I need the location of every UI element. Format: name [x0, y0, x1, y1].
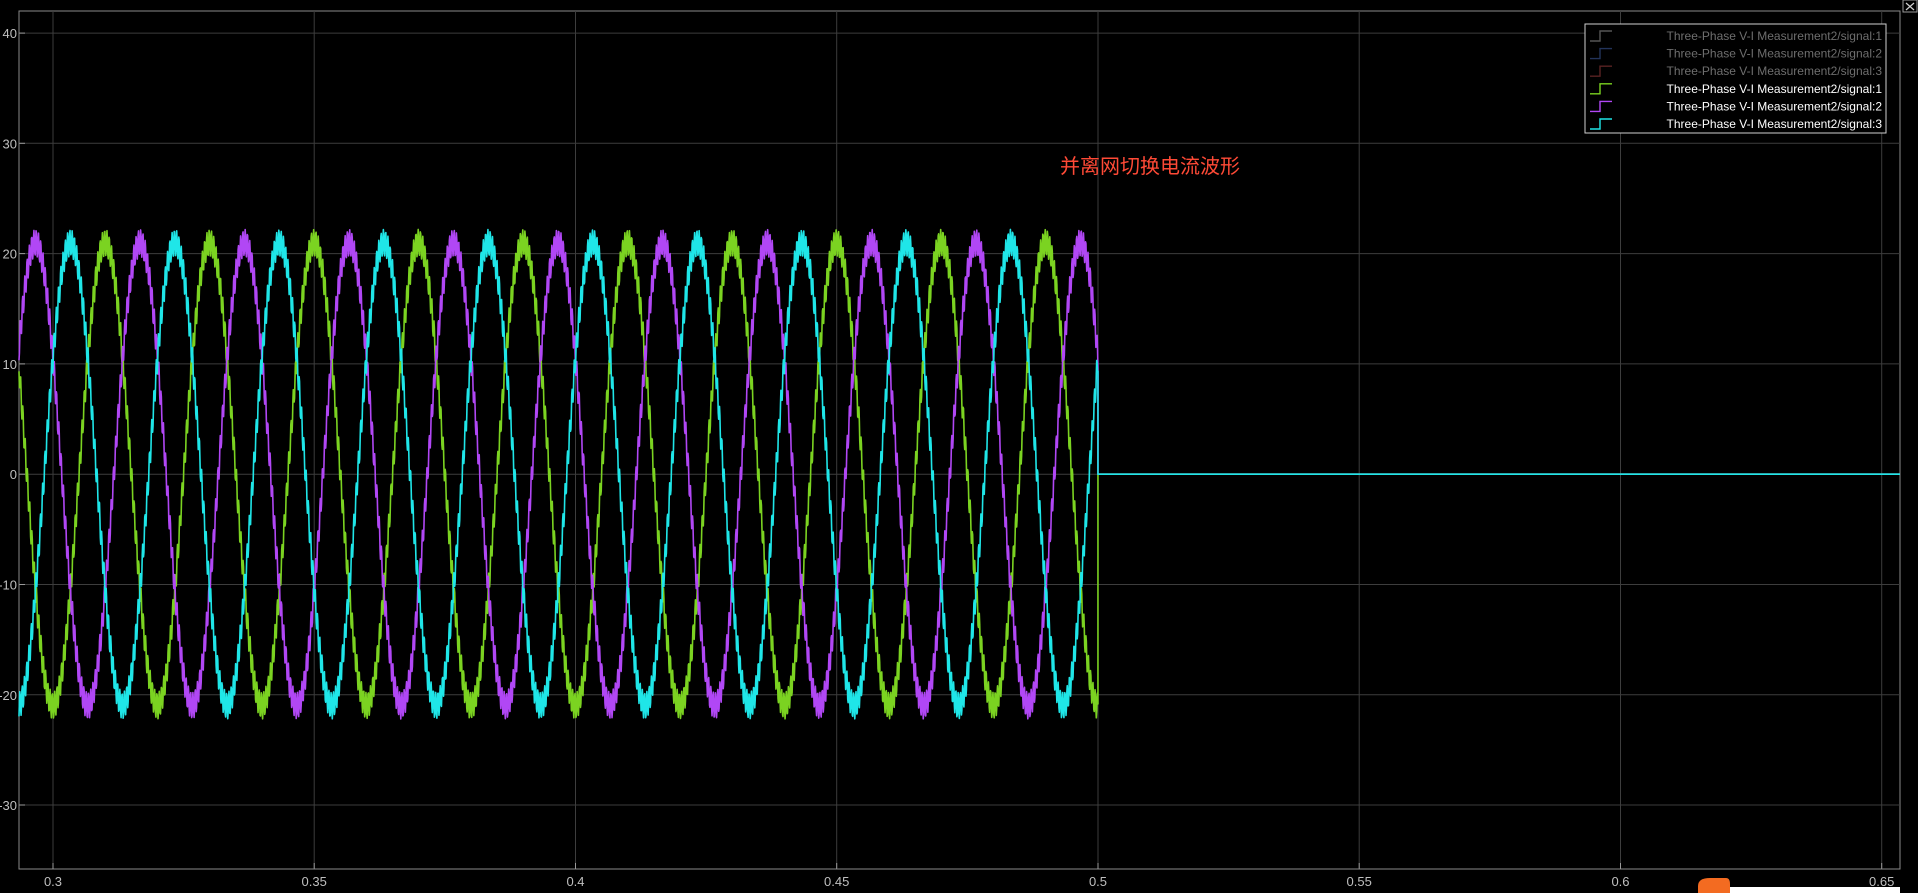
legend-entry-label: Three-Phase V-I Measurement2/signal:2	[1667, 47, 1883, 61]
legend-entry-label: Three-Phase V-I Measurement2/signal:3	[1667, 64, 1883, 78]
x-tick-label: 0.5	[1089, 874, 1107, 889]
y-tick-label: -10	[0, 578, 17, 593]
y-tick-label: 0	[10, 467, 17, 482]
y-tick-label: 10	[3, 357, 17, 372]
legend[interactable]: Three-Phase V-I Measurement2/signal:1 Thr…	[1584, 23, 1887, 134]
y-tick-label: -30	[0, 798, 17, 813]
x-tick-label: 0.6	[1611, 874, 1629, 889]
x-tick-label: 0.35	[302, 874, 327, 889]
annotation-label: 并离网切换电流波形	[1060, 154, 1240, 178]
legend-entry-label: Three-Phase V-I Measurement2/signal:1	[1667, 82, 1883, 96]
legend-entry-label: Three-Phase V-I Measurement2/signal:3	[1667, 117, 1883, 131]
x-tick-label: 0.4	[566, 874, 584, 889]
x-tick-label: 0.65	[1869, 874, 1894, 889]
legend-entry-label: Three-Phase V-I Measurement2/signal:2	[1667, 99, 1883, 113]
y-tick-label: -20	[0, 688, 17, 703]
x-tick-label: 0.3	[44, 874, 62, 889]
x-tick-label: 0.55	[1347, 874, 1372, 889]
legend-entry-label: Three-Phase V-I Measurement2/signal:1	[1667, 29, 1883, 43]
y-tick-label: 40	[3, 26, 17, 41]
y-tick-label: 20	[3, 247, 17, 262]
scope-plot: 0.3 0.35 0.4 0.45 0.5 0.55 0.6 0.65 -30 -20 -10 0 10…	[0, 0, 1918, 893]
close-icon[interactable]	[1902, 0, 1918, 13]
y-tick-label: 30	[3, 136, 17, 151]
axes-background	[18, 10, 1901, 870]
x-tick-label: 0.45	[824, 874, 849, 889]
